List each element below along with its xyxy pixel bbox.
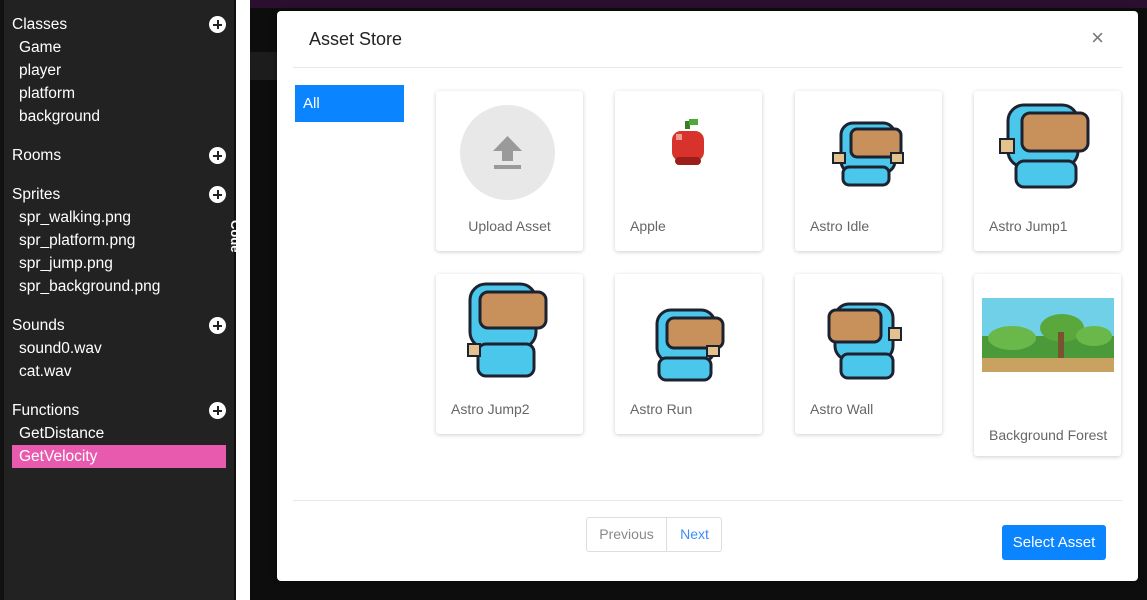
forest-background: [982, 298, 1114, 372]
previous-button[interactable]: Previous: [587, 518, 667, 551]
astro-sprite: [827, 302, 902, 380]
asset-card-astro-idle[interactable]: Astro Idle: [795, 91, 942, 251]
asset-label: Apple: [630, 218, 666, 234]
next-button[interactable]: Next: [667, 518, 722, 551]
function-item[interactable]: GetDistance: [4, 422, 234, 445]
astro-sprite: [832, 121, 904, 187]
class-item[interactable]: Game: [4, 36, 234, 59]
add-sound-icon[interactable]: [209, 317, 226, 334]
pagination: Previous Next: [586, 517, 722, 552]
section-title: Rooms: [12, 147, 62, 164]
section-classes: Classes: [4, 13, 234, 36]
sound-item[interactable]: cat.wav: [4, 360, 234, 383]
add-room-icon[interactable]: [209, 147, 226, 164]
header-divider: [293, 67, 1122, 68]
asset-card-background-forest[interactable]: Background Forest: [974, 274, 1121, 456]
add-class-icon[interactable]: [209, 16, 226, 33]
add-function-icon[interactable]: [209, 402, 226, 419]
section-sprites: Sprites: [4, 183, 234, 206]
asset-card-apple[interactable]: Apple: [615, 91, 762, 251]
class-item[interactable]: player: [4, 59, 234, 82]
add-sprite-icon[interactable]: [209, 186, 226, 203]
sidebar: Classes Game player platform background …: [0, 0, 236, 600]
astro-sprite: [655, 308, 725, 382]
section-title: Sprites: [12, 186, 61, 203]
select-asset-button[interactable]: Select Asset: [1002, 525, 1106, 560]
class-item[interactable]: platform: [4, 82, 234, 105]
asset-card-astro-run[interactable]: Astro Run: [615, 274, 762, 434]
asset-label: Background Forest: [989, 427, 1108, 443]
asset-label: Astro Jump1: [989, 218, 1068, 234]
upload-circle: [460, 105, 555, 200]
backdrop-topbar: [250, 0, 1147, 8]
apple-sprite: [672, 119, 704, 165]
section-rooms: Rooms: [4, 144, 234, 167]
section-title: Functions: [12, 402, 80, 419]
function-item-active[interactable]: GetVelocity: [12, 445, 226, 468]
sprite-item[interactable]: spr_walking.png: [4, 206, 234, 229]
section-sounds: Sounds: [4, 314, 234, 337]
asset-label: Upload Asset: [468, 218, 551, 234]
sprite-item[interactable]: spr_platform.png: [4, 229, 234, 252]
footer-divider: [293, 500, 1122, 501]
sound-item[interactable]: sound0.wav: [4, 337, 234, 360]
sprite-item[interactable]: spr_jump.png: [4, 252, 234, 275]
asset-card-astro-wall[interactable]: Astro Wall: [795, 274, 942, 434]
asset-store-modal: Asset Store × All Upload Asset Apple Ast…: [277, 11, 1138, 581]
section-title: Classes: [12, 16, 68, 33]
asset-card-astro-jump1[interactable]: Astro Jump1: [974, 91, 1121, 251]
panel-divider: [236, 0, 250, 600]
section-title: Sounds: [12, 317, 65, 334]
upload-icon: [493, 136, 522, 169]
asset-label: Astro Wall: [810, 401, 874, 417]
section-functions: Functions: [4, 399, 234, 422]
close-icon[interactable]: ×: [1091, 27, 1104, 49]
asset-label: Astro Jump2: [451, 401, 530, 417]
asset-label: Astro Run: [630, 401, 693, 417]
astro-sprite: [999, 103, 1090, 189]
category-all[interactable]: All: [295, 85, 404, 122]
asset-card-upload[interactable]: Upload Asset: [436, 91, 583, 251]
sprite-item[interactable]: spr_background.png: [4, 275, 234, 298]
asset-label: Astro Idle: [810, 218, 870, 234]
modal-title: Asset Store: [309, 29, 403, 49]
asset-card-astro-jump2[interactable]: Astro Jump2: [436, 274, 583, 434]
astro-sprite: [467, 282, 548, 378]
class-item[interactable]: background: [4, 105, 234, 128]
backdrop-strip: [250, 52, 280, 80]
